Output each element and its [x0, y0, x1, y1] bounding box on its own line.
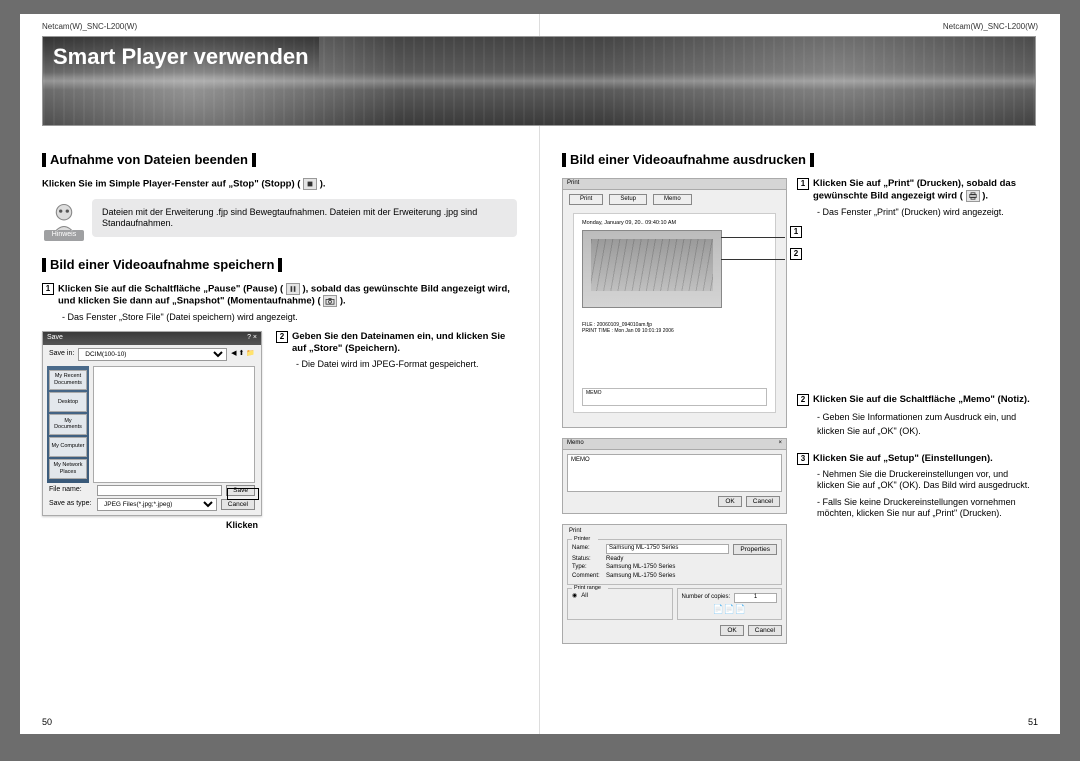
- print-setup-screenshot: Print Printer Name: Samsung ML-1750 Seri…: [562, 524, 787, 644]
- setup-cancel-button[interactable]: Cancel: [748, 625, 782, 636]
- print-step-2: 2 Klicken Sie auf die Schaltfläche „Memo…: [797, 394, 1038, 406]
- camera-icon: [323, 295, 337, 307]
- section-stop-recording: Aufnahme von Dateien beenden: [42, 152, 517, 168]
- print-step-3-sub1: Nehmen Sie die Druckereinstellungen vor,…: [817, 469, 1038, 492]
- header-right: Netcam(W)_SNC-L200(W): [562, 22, 1038, 32]
- setup-ok-button[interactable]: OK: [720, 625, 743, 636]
- printer-icon: [966, 190, 980, 202]
- copies-input[interactable]: 1: [734, 593, 777, 603]
- memo-button[interactable]: Memo: [653, 194, 692, 206]
- save-dialog-sidebar: My Recent Documents Desktop My Documents…: [47, 366, 89, 483]
- section-print-image: Bild einer Videoaufnahme ausdrucken: [562, 152, 1038, 168]
- section-save-image: Bild einer Videoaufnahme speichern: [42, 257, 517, 273]
- memo-textarea[interactable]: MEMO: [567, 454, 782, 492]
- save-step-2: 2 Geben Sie den Dateinamen ein, und klic…: [276, 331, 517, 355]
- save-step-1-sub: Das Fenster „Store File" (Datei speicher…: [62, 312, 517, 323]
- note-box: Hinweis Dateien mit der Erweiterung .fjp…: [42, 199, 517, 243]
- preview-photo: [582, 230, 722, 308]
- memo-cancel-button[interactable]: Cancel: [746, 496, 780, 507]
- save-step-2-sub: Die Datei wird im JPEG-Format gespeicher…: [296, 359, 517, 370]
- print-preview-screenshot: Print Print Setup Memo Monday, January 0…: [562, 178, 787, 428]
- save-dialog-screenshot: Save ? × Save in: DCIM(100-10) ◀ ⬆ 📁 My …: [42, 331, 262, 516]
- stop-icon: [303, 178, 317, 190]
- pause-icon: [286, 283, 300, 295]
- highlight-save: [227, 488, 259, 500]
- save-step-1: 1 Klicken Sie auf die Schaltfläche „Paus…: [42, 283, 517, 308]
- printer-name-dropdown[interactable]: Samsung ML-1750 Series: [606, 544, 729, 554]
- page-number-left: 50: [42, 717, 52, 728]
- memo-ok-button[interactable]: OK: [718, 496, 741, 507]
- print-step-1: 1 Klicken Sie auf „Print" (Drucken), sob…: [797, 178, 1038, 202]
- saveas-dropdown[interactable]: JPEG Files(*.jpg;*.jpeg): [97, 498, 217, 511]
- setup-button[interactable]: Setup: [609, 194, 647, 206]
- memo-dialog-screenshot: Memo × MEMO OK Cancel: [562, 438, 787, 514]
- header-left: Netcam(W)_SNC-L200(W): [42, 22, 517, 32]
- print-step-1-sub: Das Fenster „Print" (Drucken) wird angez…: [817, 207, 1038, 218]
- note-text: Dateien mit der Erweiterung .fjp sind Be…: [92, 199, 517, 238]
- print-button[interactable]: Print: [569, 194, 603, 206]
- page-title: Smart Player verwenden: [43, 37, 319, 77]
- properties-button[interactable]: Properties: [733, 544, 777, 555]
- cancel-button[interactable]: Cancel: [221, 499, 255, 510]
- print-step-3-sub2: Falls Sie keine Druckereinstellungen vor…: [817, 497, 1038, 520]
- klicken-label: Klicken: [222, 520, 262, 531]
- savein-dropdown[interactable]: DCIM(100-10): [78, 348, 227, 361]
- note-icon: Hinweis: [42, 199, 86, 243]
- close-icon[interactable]: ×: [778, 440, 782, 448]
- page-number-right: 51: [1028, 717, 1038, 728]
- save-dialog-file-area[interactable]: [93, 366, 255, 483]
- print-step-2-sub: Geben Sie Informationen zum Ausdruck ein…: [817, 410, 1038, 439]
- callouts: 1 2: [790, 226, 806, 260]
- filename-input[interactable]: [97, 485, 222, 496]
- print-step-3: 3 Klicken Sie auf „Setup" (Einstellungen…: [797, 453, 1038, 465]
- stop-instruction: Klicken Sie im Simple Player-Fenster auf…: [42, 178, 517, 190]
